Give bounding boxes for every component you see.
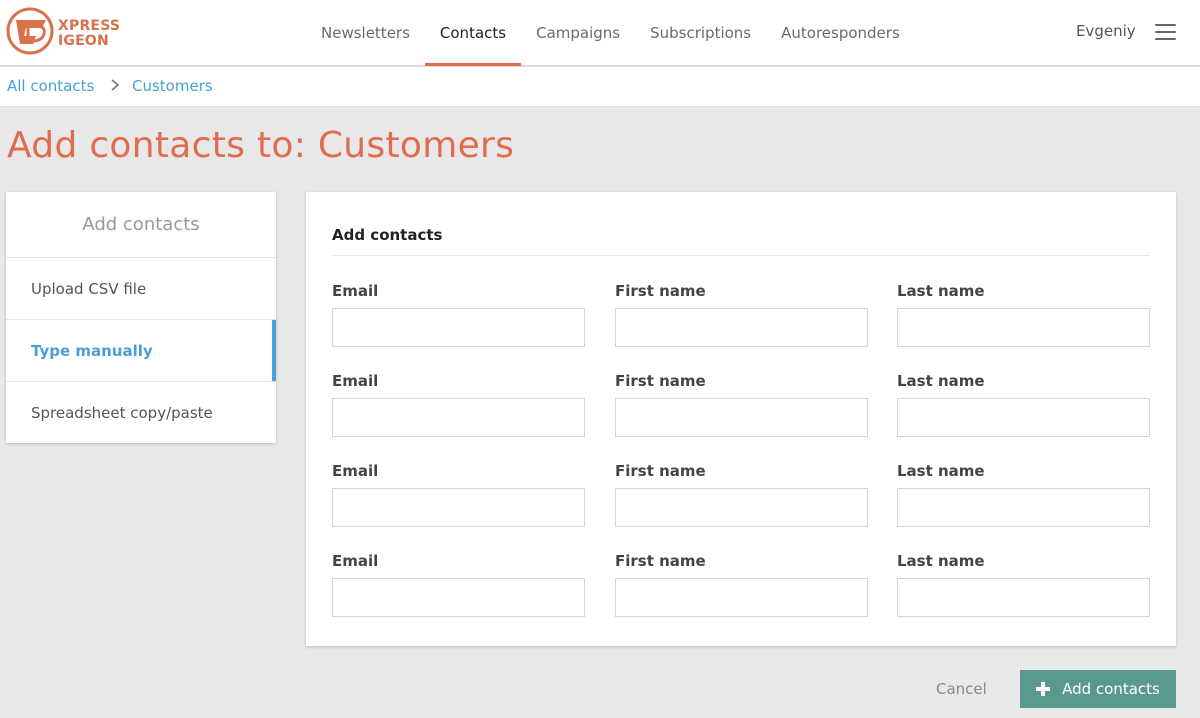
first-name-label: First name (615, 462, 706, 480)
top-navigation-bar: XPRESS IGEON Newsletters Contacts Campai… (0, 0, 1200, 66)
last-name-label: Last name (897, 462, 985, 480)
first-name-label: First name (615, 552, 706, 570)
first-name-column: First name (615, 552, 868, 617)
logo-word-pigeon: IGEON (58, 33, 109, 49)
sidebar-item-spreadsheet-paste[interactable]: Spreadsheet copy/paste (6, 382, 276, 444)
contact-row: Email First name Last name (332, 372, 1150, 442)
nav-subscriptions[interactable]: Subscriptions (635, 0, 766, 66)
nav-autoresponders[interactable]: Autoresponders (766, 0, 915, 66)
last-name-label: Last name (897, 552, 985, 570)
hamburger-menu-icon[interactable] (1155, 24, 1176, 40)
email-label: Email (332, 372, 379, 390)
nav-campaigns[interactable]: Campaigns (521, 0, 635, 66)
add-contacts-button-label: Add contacts (1062, 680, 1160, 698)
email-label: Email (332, 552, 379, 570)
email-field[interactable] (332, 398, 585, 437)
page-title: Add contacts to: Customers (7, 125, 515, 166)
last-name-field[interactable] (897, 488, 1150, 527)
nav-newsletters[interactable]: Newsletters (306, 0, 425, 66)
first-name-field[interactable] (615, 308, 868, 347)
express-pigeon-logo[interactable]: XPRESS IGEON (6, 6, 146, 58)
first-name-label: First name (615, 282, 706, 300)
last-name-label: Last name (897, 282, 985, 300)
email-column: Email (332, 552, 585, 617)
first-name-field[interactable] (615, 578, 868, 617)
plus-icon (1036, 682, 1051, 696)
main-nav: Newsletters Contacts Campaigns Subscript… (306, 0, 915, 66)
email-label: Email (332, 462, 379, 480)
last-name-label: Last name (897, 372, 985, 390)
last-name-column: Last name (897, 462, 1150, 527)
logo-wordmark: XPRESS IGEON (58, 19, 120, 49)
email-column: Email (332, 462, 585, 527)
sidebar-item-type-manually[interactable]: Type manually (6, 320, 276, 382)
first-name-label: First name (615, 372, 706, 390)
last-name-column: Last name (897, 552, 1150, 617)
sidebar-item-upload-csv[interactable]: Upload CSV file (6, 258, 276, 320)
last-name-field[interactable] (897, 578, 1150, 617)
first-name-column: First name (615, 462, 868, 527)
email-column: Email (332, 372, 585, 437)
last-name-column: Last name (897, 372, 1150, 437)
add-method-sidebar: Add contacts Upload CSV file Type manual… (6, 192, 276, 443)
first-name-field[interactable] (615, 488, 868, 527)
panel-divider (332, 255, 1150, 256)
first-name-field[interactable] (615, 398, 868, 437)
contact-row: Email First name Last name (332, 282, 1150, 352)
breadcrumb-all-contacts[interactable]: All contacts (7, 77, 94, 95)
first-name-column: First name (615, 282, 868, 347)
logo-word-express: XPRESS (58, 18, 121, 34)
sidebar-heading: Add contacts (6, 192, 276, 258)
cancel-button[interactable]: Cancel (936, 680, 987, 698)
breadcrumb: All contacts Customers (0, 67, 1200, 107)
last-name-column: Last name (897, 282, 1150, 347)
breadcrumb-customers[interactable]: Customers (132, 77, 213, 95)
chevron-right-icon (111, 79, 120, 91)
email-field[interactable] (332, 488, 585, 527)
email-column: Email (332, 282, 585, 347)
nav-contacts[interactable]: Contacts (424, 0, 522, 66)
email-field[interactable] (332, 308, 585, 347)
add-contacts-panel: Add contacts Email First name Last name … (306, 192, 1176, 646)
contact-row: Email First name Last name (332, 462, 1150, 532)
last-name-field[interactable] (897, 308, 1150, 347)
last-name-field[interactable] (897, 398, 1150, 437)
pigeon-logo-icon (6, 7, 54, 55)
email-label: Email (332, 282, 379, 300)
first-name-column: First name (615, 372, 868, 437)
email-field[interactable] (332, 578, 585, 617)
user-name[interactable]: Evgeniy (1076, 22, 1136, 40)
panel-title: Add contacts (332, 226, 443, 244)
contact-row: Email First name Last name (332, 552, 1150, 622)
add-contacts-button[interactable]: Add contacts (1020, 670, 1176, 708)
